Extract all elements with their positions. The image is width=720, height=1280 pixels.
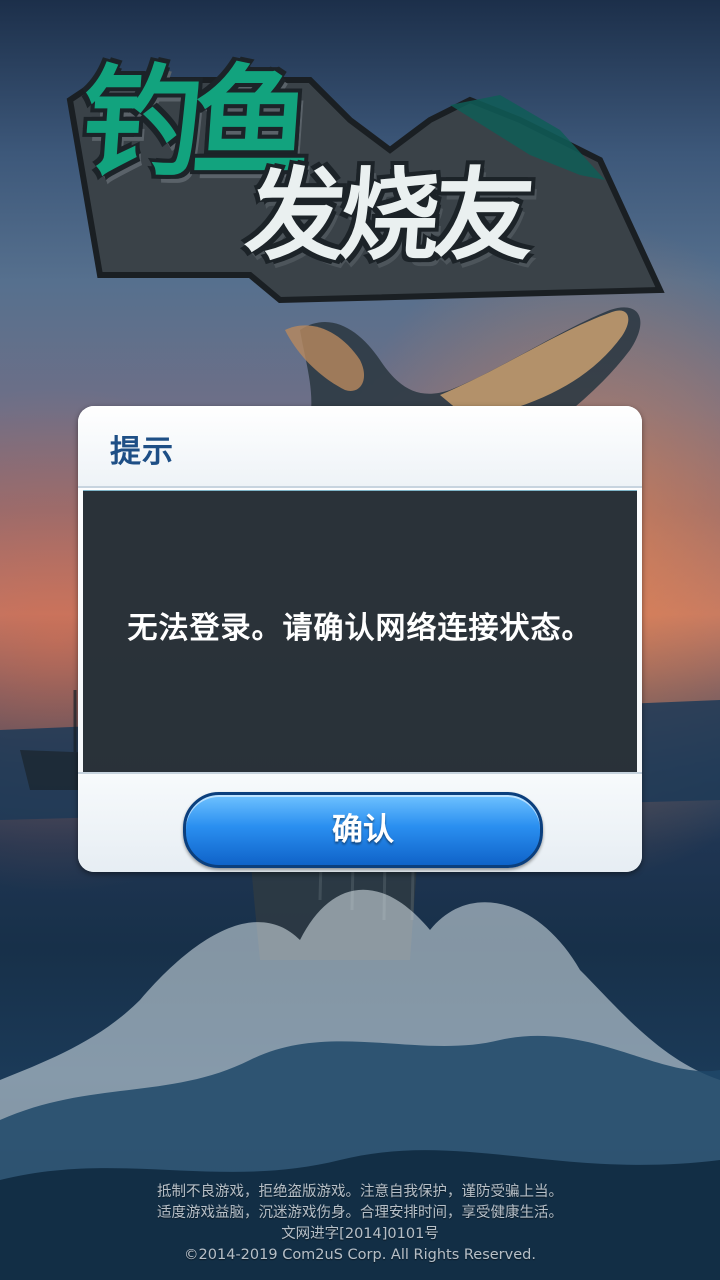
health-gaming-notice: 抵制不良游戏，拒绝盗版游戏。注意自我保护，谨防受骗上当。 适度游戏益脑，沉迷游戏…: [0, 1182, 720, 1266]
confirm-button[interactable]: 确认: [183, 792, 543, 868]
game-launch-screen: 钓鱼 发烧友 提示 无法登录。请确认网络连接状态。 确认 抵制不良游戏，拒绝盗版…: [0, 0, 720, 1280]
license-number: 文网进字[2014]0101号: [281, 1226, 439, 1242]
copyright-text: ©2014-2019 Com2uS Corp. All Rights Reser…: [184, 1247, 536, 1263]
dialog-footer: 确认: [78, 772, 642, 872]
logo-title-bottom: 发烧友: [241, 157, 533, 274]
dialog-message: 无法登录。请确认网络连接状态。: [127, 611, 593, 646]
dialog-body: 无法登录。请确认网络连接状态。: [83, 490, 637, 774]
confirm-button-label: 确认: [332, 812, 394, 848]
dialog-header: 提示: [78, 406, 642, 488]
notice-line-2: 适度游戏益脑，沉迷游戏伤身。合理安排时间，享受健康生活。: [157, 1205, 563, 1221]
dialog-title: 提示: [110, 434, 174, 470]
notice-line-1: 抵制不良游戏，拒绝盗版游戏。注意自我保护，谨防受骗上当。: [157, 1184, 563, 1200]
alert-dialog: 提示 无法登录。请确认网络连接状态。 确认: [78, 406, 642, 872]
